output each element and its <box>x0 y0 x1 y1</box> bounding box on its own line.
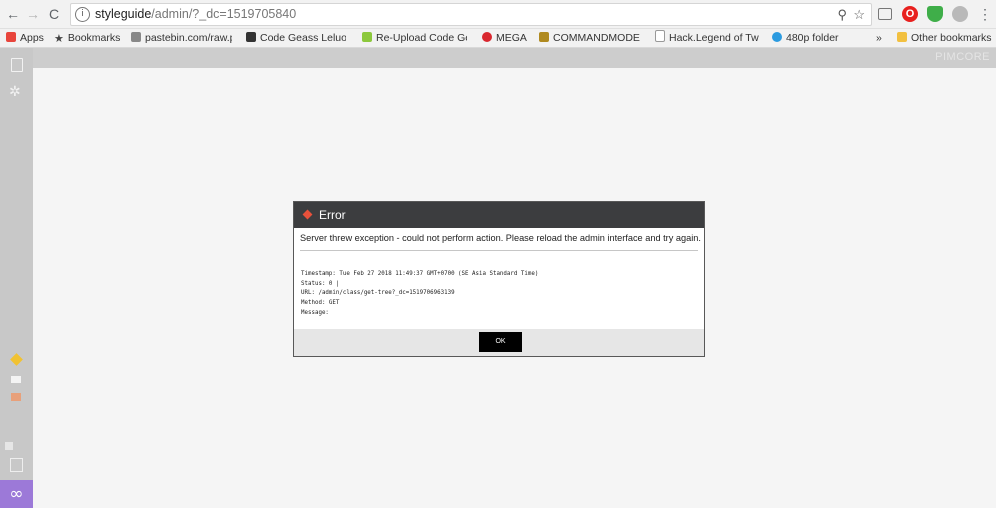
bookmarks-bar: Apps ★ Bookmarks pastebin.com/raw.ph Code… <box>0 29 996 48</box>
detail-timestamp: Timestamp: Tue Feb 27 2018 11:49:37 GMT+… <box>301 271 539 277</box>
apps-icon <box>6 32 16 42</box>
bookmark-label: COMMANDMODE - \ <box>553 32 642 44</box>
address-bar[interactable]: i styleguide/admin/?_dc=1519705840 ⚲ ☆ <box>70 3 872 26</box>
url-text: styleguide/admin/?_dc=1519705840 <box>95 4 296 25</box>
url-host: styleguide <box>95 7 152 21</box>
bookmark-label: Hack.Legend of Twili <box>669 32 759 44</box>
bookmark-commandmode[interactable]: COMMANDMODE - \ <box>539 29 642 47</box>
star-icon: ★ <box>54 33 64 45</box>
bookmark-label: Bookmarks <box>67 32 121 44</box>
bookmark-label: Other bookmarks <box>911 32 992 44</box>
bookmark-label: pastebin.com/raw.ph <box>145 32 232 44</box>
folder-blue-icon <box>772 32 782 42</box>
bookmark-bookmarks[interactable]: ★ Bookmarks <box>54 29 122 47</box>
settings-icon[interactable]: ✲ <box>9 85 23 99</box>
bookmark-hack-legend[interactable]: Hack.Legend of Twili <box>655 29 759 47</box>
bookmark-star-icon[interactable]: ☆ <box>853 4 865 25</box>
screenshot-extension-icon[interactable] <box>878 8 892 20</box>
ok-button[interactable]: OK <box>479 332 522 352</box>
bookmark-pastebin[interactable]: pastebin.com/raw.ph <box>131 29 232 47</box>
mega-icon <box>482 32 492 42</box>
extension-icon[interactable] <box>952 6 968 22</box>
code-geass-icon <box>246 32 256 42</box>
notification-icon[interactable] <box>11 393 21 401</box>
diamond-icon[interactable] <box>10 353 23 366</box>
document-icon[interactable] <box>11 58 23 72</box>
reupload-icon <box>362 32 372 42</box>
mail-icon[interactable] <box>11 376 21 383</box>
bookmark-label: Re-Upload Code Gea <box>376 32 467 44</box>
shield-extension-icon[interactable] <box>927 6 943 22</box>
error-icon <box>302 209 313 220</box>
detail-url: URL: /admin/class/get-tree?_dc=151970696… <box>301 290 455 297</box>
page-icon <box>655 30 665 42</box>
folder-icon <box>897 32 907 42</box>
bookmark-apps[interactable]: Apps <box>6 29 48 47</box>
menu-icon[interactable]: ⋮ <box>976 4 994 24</box>
bookmark-label: 480p folder <box>786 32 839 44</box>
app-header: PIMCORE <box>33 48 996 68</box>
bookmarks-overflow-icon[interactable]: » <box>876 29 886 47</box>
bookmark-reupload[interactable]: Re-Upload Code Gea <box>362 29 467 47</box>
zoom-icon[interactable]: ⚲ <box>837 4 847 25</box>
avatar[interactable] <box>5 442 13 450</box>
bookmark-other[interactable]: Other bookmarks <box>897 29 996 47</box>
logout-icon[interactable] <box>10 458 23 472</box>
dialog-header: Error <box>294 202 704 228</box>
url-path: /admin/?_dc=1519705840 <box>151 7 297 21</box>
infinity-logo-icon: ∞ <box>0 480 33 508</box>
error-message: Server threw exception - could not perfo… <box>300 232 701 251</box>
site-info-icon[interactable]: i <box>75 7 90 22</box>
bookmark-mega[interactable]: MEGA <box>482 29 530 47</box>
pastebin-icon <box>131 32 141 42</box>
bookmark-label: MEGA <box>496 32 527 44</box>
error-details: Timestamp: Tue Feb 27 2018 11:49:37 GMT+… <box>301 270 698 319</box>
dialog-title: Error <box>319 208 346 222</box>
commandmode-icon <box>539 32 549 42</box>
bookmark-480p-folder[interactable]: 480p folder <box>772 29 842 47</box>
reload-icon[interactable]: C <box>45 4 63 24</box>
bookmark-code-geass[interactable]: Code Geass Leluoch <box>246 29 346 47</box>
forward-icon[interactable]: → <box>24 4 42 24</box>
back-icon[interactable]: ← <box>4 4 22 24</box>
dialog-footer: OK <box>294 329 704 356</box>
error-dialog: Error Server threw exception - could not… <box>293 201 705 357</box>
detail-method: Method: GET <box>301 300 340 307</box>
bookmark-label: Apps <box>20 32 44 44</box>
detail-status: Status: 0 | <box>301 280 340 287</box>
browser-toolbar: ← → C i styleguide/admin/?_dc=1519705840… <box>0 0 996 29</box>
detail-message: Message: <box>301 309 329 316</box>
bookmark-label: Code Geass Leluoch <box>260 32 346 44</box>
app-brand: PIMCORE <box>935 51 990 63</box>
opera-extension-icon[interactable]: O <box>902 6 918 22</box>
sidebar: ✲ ∞ <box>0 48 33 508</box>
